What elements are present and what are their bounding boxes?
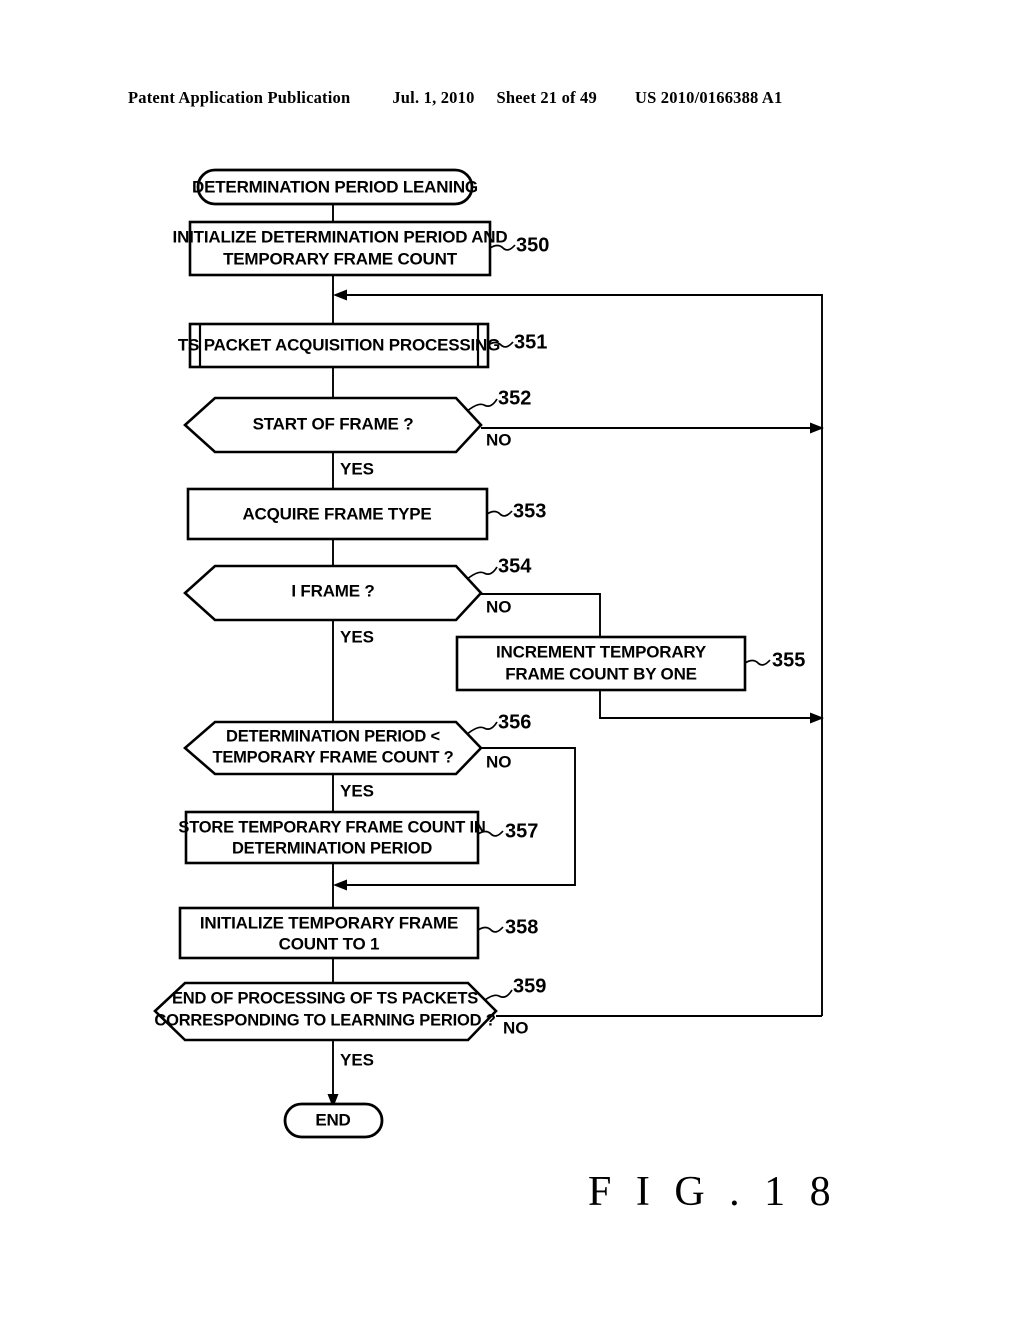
node-355: INCREMENT TEMPORARY FRAME COUNT BY ONE 3… — [455, 635, 805, 692]
end-terminator-label: END — [315, 1110, 350, 1129]
node-356: DETERMINATION PERIOD < TEMPORARY FRAME C… — [183, 711, 531, 800]
node-358-ref: 358 — [505, 916, 538, 938]
node-359: END OF PROCESSING OF TS PACKETS CORRESPO… — [153, 975, 546, 1069]
node-357: STORE TEMPORARY FRAME COUNT IN DETERMINA… — [178, 810, 538, 865]
node-352-no-label: NO — [486, 430, 512, 449]
node-352-line-1: START OF FRAME ? — [253, 414, 414, 433]
node-350-ref: 350 — [516, 234, 549, 256]
flowchart-diagram: DETERMINATION PERIOD LEANING INITIALIZE … — [153, 168, 824, 1139]
figure-label: F I G . 1 8 — [588, 1169, 838, 1215]
node-355-line-2: FRAME COUNT BY ONE — [505, 664, 697, 683]
node-357-line-1: STORE TEMPORARY FRAME COUNT IN — [178, 818, 485, 836]
leader-352 — [465, 398, 498, 413]
node-351-line-1: TS PACKET ACQUISITION PROCESSING — [178, 335, 500, 354]
connector-355-to-bus — [599, 690, 816, 719]
leader-355 — [744, 659, 771, 666]
node-356-line-1: DETERMINATION PERIOD < — [226, 727, 440, 745]
start-terminator-label: DETERMINATION PERIOD LEANING — [192, 177, 478, 196]
node-352-ref: 352 — [498, 387, 531, 409]
node-359-no-label: NO — [503, 1018, 529, 1037]
patent-page: Patent Application Publication Jul. 1, 2… — [0, 0, 1024, 1320]
leader-353 — [486, 510, 513, 517]
leader-358 — [477, 926, 504, 933]
leader-354 — [465, 566, 498, 581]
reference-leaders — [465, 244, 771, 1004]
node-358: INITIALIZE TEMPORARY FRAME COUNT TO 1 35… — [178, 906, 538, 960]
node-355-ref: 355 — [772, 649, 805, 671]
node-359-ref: 359 — [513, 975, 546, 997]
node-354-ref: 354 — [498, 555, 532, 577]
node-353: ACQUIRE FRAME TYPE 353 — [186, 487, 546, 541]
node-354: I FRAME ? 354 NO YES — [183, 555, 532, 646]
node-352: START OF FRAME ? 352 NO YES — [183, 387, 531, 478]
node-end: END — [283, 1102, 384, 1139]
node-353-line-1: ACQUIRE FRAME TYPE — [242, 504, 431, 523]
arrowhead-feedback-to-main — [333, 289, 347, 301]
node-start: DETERMINATION PERIOD LEANING — [192, 168, 478, 206]
node-359-line-2: CORRESPONDING TO LEARNING PERIOD ? — [154, 1011, 495, 1029]
node-356-yes-label: YES — [340, 781, 374, 800]
node-351: TS PACKET ACQUISITION PROCESSING 351 — [178, 322, 547, 369]
node-354-yes-label: YES — [340, 627, 374, 646]
node-350-line-2: TEMPORARY FRAME COUNT — [223, 249, 458, 268]
node-350: INITIALIZE DETERMINATION PERIOD AND TEMP… — [173, 220, 549, 277]
node-356-no-label: NO — [486, 752, 512, 771]
node-356-line-2: TEMPORARY FRAME COUNT ? — [212, 748, 453, 766]
node-353-ref: 353 — [513, 500, 546, 522]
node-359-yes-label: YES — [340, 1050, 374, 1069]
node-352-yes-label: YES — [340, 459, 374, 478]
node-359-line-1: END OF PROCESSING OF TS PACKETS — [172, 989, 478, 1007]
node-357-line-2: DETERMINATION PERIOD — [232, 839, 432, 857]
leader-356 — [465, 721, 498, 736]
node-355-line-1: INCREMENT TEMPORARY — [496, 642, 707, 661]
node-356-ref: 356 — [498, 711, 531, 733]
node-358-line-2: COUNT TO 1 — [279, 934, 380, 953]
arrowhead-356no-merge — [333, 879, 347, 891]
node-350-line-1: INITIALIZE DETERMINATION PERIOD AND — [173, 227, 508, 246]
node-354-line-1: I FRAME ? — [291, 581, 374, 600]
node-354-no-label: NO — [486, 597, 512, 616]
node-357-ref: 357 — [505, 820, 538, 842]
node-351-ref: 351 — [514, 331, 547, 353]
node-358-line-1: INITIALIZE TEMPORARY FRAME — [200, 913, 458, 932]
